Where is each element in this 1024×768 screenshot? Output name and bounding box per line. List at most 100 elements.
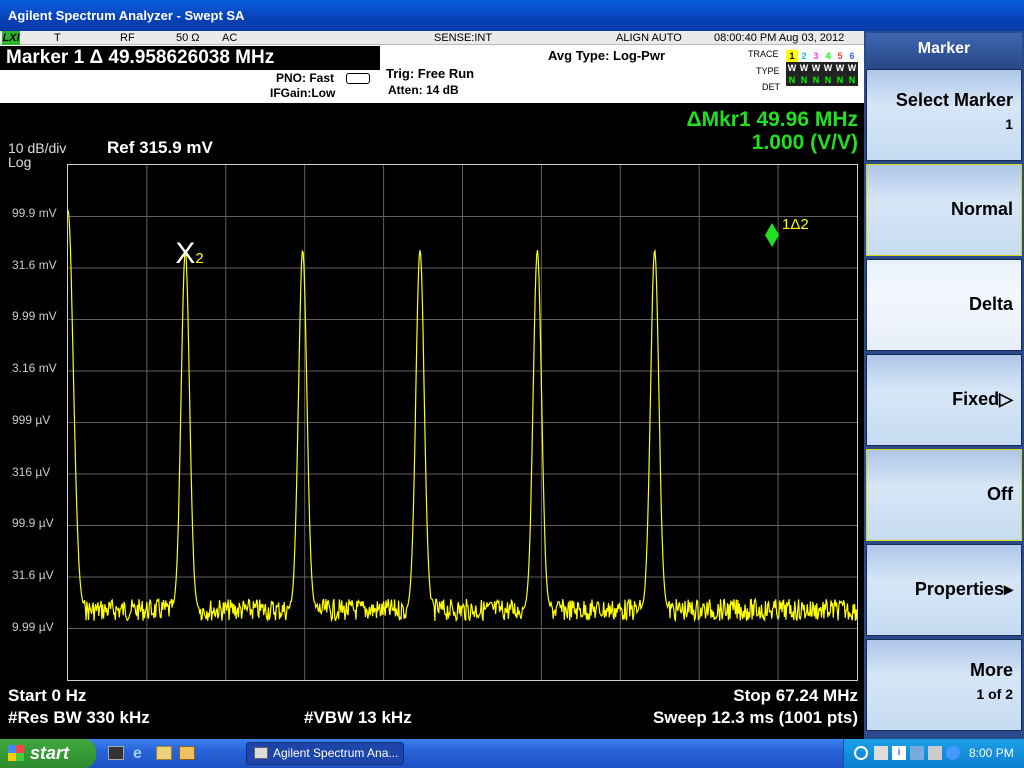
softkey-sublabel: 1	[1005, 116, 1013, 132]
softkey-panel-title: Marker	[866, 33, 1022, 65]
trace-det-1: N	[788, 75, 796, 85]
trace-det-6: N	[848, 75, 856, 85]
trace-type-4: W	[823, 63, 833, 73]
trace-type-1: W	[787, 63, 797, 73]
softkey-label: Fixed▷	[952, 389, 1013, 409]
tray-app-icon[interactable]	[874, 746, 888, 760]
marker-ref-label: X	[175, 237, 195, 270]
start-label: start	[30, 743, 70, 763]
delta-marker-freq: ΔMkr1 49.96 MHz	[686, 108, 859, 131]
softkey-select-marker[interactable]: Select Marker 1	[866, 69, 1022, 161]
scale-type-label: Log	[8, 154, 32, 170]
search-icon[interactable]	[854, 746, 868, 760]
softkey-properties[interactable]: Properties▸	[866, 544, 1022, 636]
trace-num-6: 6	[849, 51, 855, 61]
taskbar-item-spectrum-analyzer[interactable]: Agilent Spectrum Ana...	[246, 742, 404, 765]
y-tick-label: 9.99 mV	[12, 309, 57, 324]
status-row: LXI T RF 50 Ω AC SENSE:INT ALIGN AUTO 08…	[0, 31, 864, 45]
trig-label: Trig: Free Run	[386, 66, 475, 81]
ifgain-label: IFGain:Low	[270, 86, 336, 100]
delta-marker-diamond-icon	[765, 223, 780, 247]
taskbar-item-label: Agilent Spectrum Ana...	[273, 746, 399, 760]
softkey-delta[interactable]: Delta	[866, 259, 1022, 351]
y-tick-label: 9.99 µV	[12, 619, 54, 634]
trace-num-3: 3	[813, 51, 819, 61]
avg-type-label: Avg Type: Log-Pwr	[548, 48, 665, 63]
y-tick-label: 99.9 mV	[12, 206, 57, 220]
trace-grid: 123456 WWWWWW NNNNNN	[786, 50, 858, 86]
plot-area: X 2 1Δ2	[67, 164, 858, 681]
status-rf: RF	[120, 32, 135, 44]
delta-marker-label: 1Δ2	[782, 216, 809, 233]
softkey-fixed[interactable]: Fixed▷	[866, 354, 1022, 446]
trace-type-6: W	[847, 63, 857, 73]
folder-icon[interactable]	[156, 746, 172, 760]
trace-det-5: N	[836, 75, 844, 85]
softkey-off[interactable]: Off	[866, 449, 1022, 541]
y-tick-label: 31.6 µV	[12, 567, 54, 582]
softkey-more[interactable]: More 1 of 2	[866, 639, 1022, 731]
taskbar: start e Agilent Spectrum Ana... i 8:00 P…	[0, 739, 1024, 768]
delta-marker-ratio: 1.000 (V/V)	[751, 131, 858, 154]
start-button[interactable]: start	[0, 739, 96, 768]
tray-clock[interactable]: 8:00 PM	[969, 739, 1014, 768]
spectrum-chart: X 2 1Δ2	[67, 165, 858, 680]
window-title-bar: Agilent Spectrum Analyzer - Swept SA	[0, 0, 1024, 31]
marker-readout: Marker 1 Δ 49.958626038 MHz	[0, 46, 380, 70]
softkey-label: Properties▸	[914, 579, 1013, 599]
trace-det-3: N	[812, 75, 820, 85]
status-sense: SENSE:INT	[434, 32, 493, 44]
atten-label: Atten: 14 dB	[388, 83, 459, 97]
cmd-icon[interactable]	[108, 746, 124, 760]
status-impedance: 50 Ω	[176, 32, 200, 44]
status-align: ALIGN AUTO	[616, 32, 682, 44]
res-bw: #Res BW 330 kHz	[8, 708, 150, 727]
trace-type-3: W	[811, 63, 821, 73]
softkey-normal[interactable]: Normal	[866, 164, 1022, 256]
system-tray: i 8:00 PM	[843, 739, 1024, 768]
trace-num-5: 5	[837, 51, 843, 61]
tray-speaker-icon[interactable]	[928, 746, 942, 760]
trace-num-4: 4	[825, 51, 831, 61]
tray-info-icon[interactable]: i	[892, 746, 906, 760]
softkey-label: Delta	[968, 294, 1013, 314]
type-label: TYPE	[756, 66, 780, 76]
tray-globe-icon[interactable]	[946, 746, 960, 760]
vbw: #VBW 13 kHz	[304, 708, 412, 727]
start-freq: Start 0 Hz	[8, 686, 87, 705]
status-datetime: 08:00:40 PM Aug 03, 2012	[714, 32, 845, 44]
softkey-label: Off	[987, 484, 1013, 504]
trace-num-1: 1	[786, 50, 798, 62]
stop-freq: Stop 67.24 MHz	[733, 686, 858, 705]
softkey-label: Select Marker	[895, 90, 1013, 110]
trace-type-2: W	[799, 63, 809, 73]
softkey-sublabel: 1 of 2	[976, 686, 1013, 702]
y-tick-label: 31.6 mV	[12, 257, 57, 272]
pno-label: PNO: Fast	[276, 71, 335, 85]
lxi-badge: LXI	[2, 31, 20, 45]
y-tick-label: 3.16 mV	[12, 361, 57, 376]
y-tick-label: 999 µV	[12, 412, 51, 427]
status-header: LXI T RF 50 Ω AC SENSE:INT ALIGN AUTO 08…	[0, 31, 864, 103]
trace-type-5: W	[835, 63, 845, 73]
explorer-icon[interactable]	[179, 746, 195, 760]
windows-logo-icon	[8, 745, 24, 761]
tray-network-icon[interactable]	[910, 746, 924, 760]
softkey-panel: Marker Select Marker 1 Normal Delta Fixed▷ Of…	[864, 31, 1024, 739]
y-tick-label: 316 µV	[12, 464, 51, 479]
app-icon	[254, 747, 268, 759]
pno-toggle-icon	[346, 73, 370, 84]
trace-num-2: 2	[801, 51, 807, 61]
trace-det-2: N	[800, 75, 808, 85]
y-tick-label: 99.9 µV	[12, 516, 54, 531]
status-t: T	[54, 32, 61, 44]
ref-level: Ref 315.9 mV	[107, 138, 213, 157]
trace-det-4: N	[824, 75, 832, 85]
window-title: Agilent Spectrum Analyzer - Swept SA	[8, 8, 245, 23]
det-label: DET	[762, 82, 780, 92]
softkey-label: More	[969, 660, 1013, 680]
marker-ref-sub: 2	[195, 250, 203, 267]
sweep-time: Sweep 12.3 ms (1001 pts)	[652, 708, 858, 727]
softkey-label: Normal	[950, 199, 1013, 219]
ie-icon[interactable]: e	[133, 745, 142, 763]
